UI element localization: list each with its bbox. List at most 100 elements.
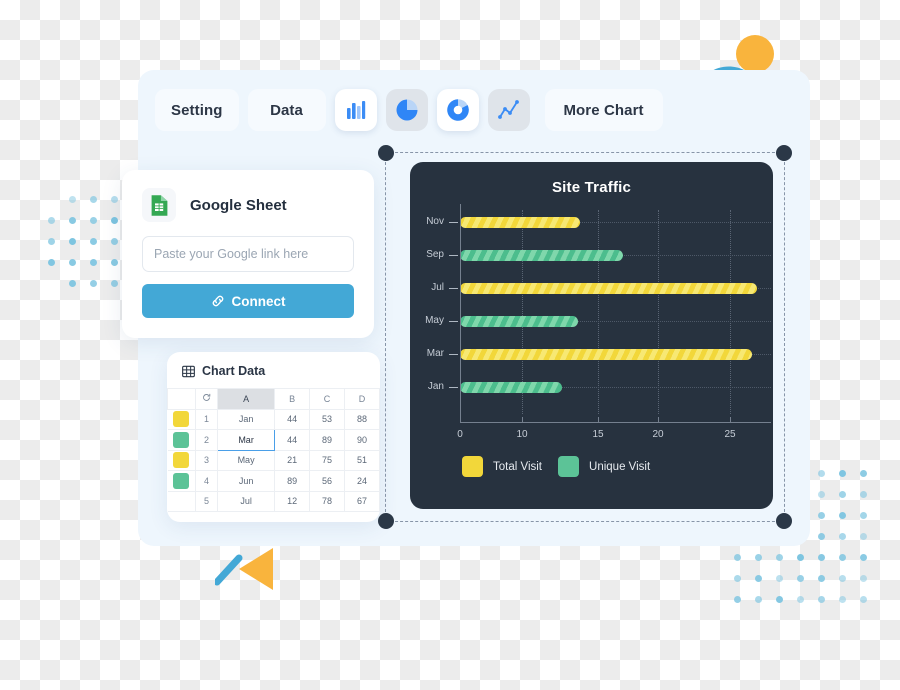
y-axis-tick <box>449 387 458 388</box>
google-sheet-header: Google Sheet <box>142 188 354 222</box>
tab-setting-label: Setting <box>171 102 223 119</box>
table-cell-d2[interactable]: 90 <box>345 430 380 451</box>
x-axis-tick <box>460 417 461 422</box>
table-cell-a5[interactable]: Jul <box>218 491 275 512</box>
table-cell-a2[interactable]: Mar <box>218 430 275 451</box>
table-cell-c3[interactable]: 75 <box>310 450 345 471</box>
row-number[interactable]: 2 <box>196 430 218 451</box>
row-number[interactable]: 3 <box>196 450 218 471</box>
table-row[interactable]: 5 Jul 12 78 67 <box>168 491 380 512</box>
table-cell-a1[interactable]: Jan <box>218 409 275 430</box>
row-number[interactable]: 4 <box>196 471 218 492</box>
connect-button-label: Connect <box>232 294 286 309</box>
refresh-button[interactable] <box>196 389 218 410</box>
row-color-swatch-cell[interactable] <box>168 450 196 471</box>
table-row[interactable]: 2 Mar 44 89 90 <box>168 430 380 451</box>
y-axis-tick <box>449 354 458 355</box>
column-header-c[interactable]: C <box>310 389 345 410</box>
table-cell-b1[interactable]: 44 <box>275 409 310 430</box>
y-axis-label-mar: Mar <box>404 348 444 359</box>
x-axis-label-20: 20 <box>645 429 671 440</box>
swatch-column-header <box>168 389 196 410</box>
table-cell-c2[interactable]: 89 <box>310 430 345 451</box>
table-row[interactable]: 1 Jan 44 53 88 <box>168 409 380 430</box>
table-cell-d3[interactable]: 51 <box>345 450 380 471</box>
chart-gridline-vertical <box>730 210 731 414</box>
x-axis-label-25: 25 <box>717 429 743 440</box>
resize-handle-bottom-right[interactable] <box>776 513 792 529</box>
google-sheets-icon-box <box>142 188 176 222</box>
legend-item[interactable]: Unique Visit <box>558 456 650 477</box>
table-cell-c1[interactable]: 53 <box>310 409 345 430</box>
column-header-b[interactable]: B <box>275 389 310 410</box>
column-header-a[interactable]: A <box>218 389 275 410</box>
y-axis-label-nov: Nov <box>404 216 444 227</box>
legend-label: Total Visit <box>493 461 542 473</box>
chart-data-table: A B C D 1 Jan 44 53 88 2 Mar 44 89 90 3 May 21 75 51 4 J… <box>167 388 380 512</box>
chart-bar-jul[interactable] <box>460 283 757 294</box>
row-color-swatch[interactable] <box>173 432 189 448</box>
table-cell-d5[interactable]: 67 <box>345 491 380 512</box>
table-cell-a4[interactable]: Jun <box>218 471 275 492</box>
row-color-swatch[interactable] <box>173 452 189 468</box>
tab-more-chart[interactable]: More Chart <box>545 89 663 131</box>
row-color-swatch-cell[interactable] <box>168 471 196 492</box>
y-axis-tick <box>449 288 458 289</box>
refresh-icon <box>202 393 211 402</box>
table-cell-d4[interactable]: 24 <box>345 471 380 492</box>
chart-type-pie-button[interactable] <box>386 89 428 131</box>
table-cell-c4[interactable]: 56 <box>310 471 345 492</box>
chart-type-donut-button[interactable] <box>437 89 479 131</box>
table-row[interactable]: 4 Jun 89 56 24 <box>168 471 380 492</box>
pie-chart-icon <box>395 98 419 122</box>
chart-legend: Total Visit Unique Visit <box>462 456 650 477</box>
table-cell-a3[interactable]: May <box>218 450 275 471</box>
google-sheet-panel: Google Sheet Connect <box>122 170 374 338</box>
link-icon <box>211 294 225 308</box>
row-color-swatch-cell[interactable] <box>168 430 196 451</box>
row-color-swatch[interactable] <box>173 411 189 427</box>
table-cell-b5[interactable]: 12 <box>275 491 310 512</box>
row-number[interactable]: 5 <box>196 491 218 512</box>
column-header-d[interactable]: D <box>345 389 380 410</box>
chart-gridline-vertical <box>658 210 659 414</box>
resize-handle-bottom-left[interactable] <box>378 513 394 529</box>
chart-data-title: Chart Data <box>202 364 265 378</box>
chart-type-line-button[interactable] <box>488 89 530 131</box>
tab-setting[interactable]: Setting <box>155 89 239 131</box>
x-axis-label-15: 15 <box>585 429 611 440</box>
y-axis-line <box>460 204 461 422</box>
row-color-swatch-cell[interactable] <box>168 409 196 430</box>
connect-button[interactable]: Connect <box>142 284 354 318</box>
chart-bar-nov[interactable] <box>460 217 580 228</box>
chart-data-panel: Chart Data A B C D 1 Jan 44 53 88 2 Mar … <box>167 352 380 522</box>
table-cell-d1[interactable]: 88 <box>345 409 380 430</box>
orange-circle-shape <box>736 35 774 73</box>
y-axis-label-jul: Jul <box>404 282 444 293</box>
table-cell-b3[interactable]: 21 <box>275 450 310 471</box>
tab-data-label: Data <box>270 102 303 119</box>
resize-handle-top-right[interactable] <box>776 145 792 161</box>
row-color-swatch-cell[interactable] <box>168 491 196 512</box>
chart-bar-sep[interactable] <box>460 250 623 261</box>
chart-type-bar-button[interactable] <box>335 89 377 131</box>
table-icon <box>182 365 195 378</box>
chart-bar-mar[interactable] <box>460 349 752 360</box>
chart-bar-jan[interactable] <box>460 382 562 393</box>
chart-card[interactable]: Site Traffic Nov Sep Jul May Mar Jan 0 10 15 20 25… <box>410 162 773 509</box>
table-row[interactable]: 3 May 21 75 51 <box>168 450 380 471</box>
chart-bar-may[interactable] <box>460 316 578 327</box>
x-axis-line <box>460 422 771 423</box>
bar-chart-icon <box>345 99 367 121</box>
tab-data[interactable]: Data <box>248 89 326 131</box>
orange-triangle-arrow-shape <box>215 544 277 594</box>
resize-handle-top-left[interactable] <box>378 145 394 161</box>
row-color-swatch[interactable] <box>173 473 189 489</box>
row-number[interactable]: 1 <box>196 409 218 430</box>
toolbar: Setting Data More Chart <box>155 88 663 132</box>
table-cell-b4[interactable]: 89 <box>275 471 310 492</box>
legend-item[interactable]: Total Visit <box>462 456 542 477</box>
table-cell-c5[interactable]: 78 <box>310 491 345 512</box>
google-link-input[interactable] <box>142 236 354 272</box>
table-cell-b2[interactable]: 44 <box>275 430 310 451</box>
